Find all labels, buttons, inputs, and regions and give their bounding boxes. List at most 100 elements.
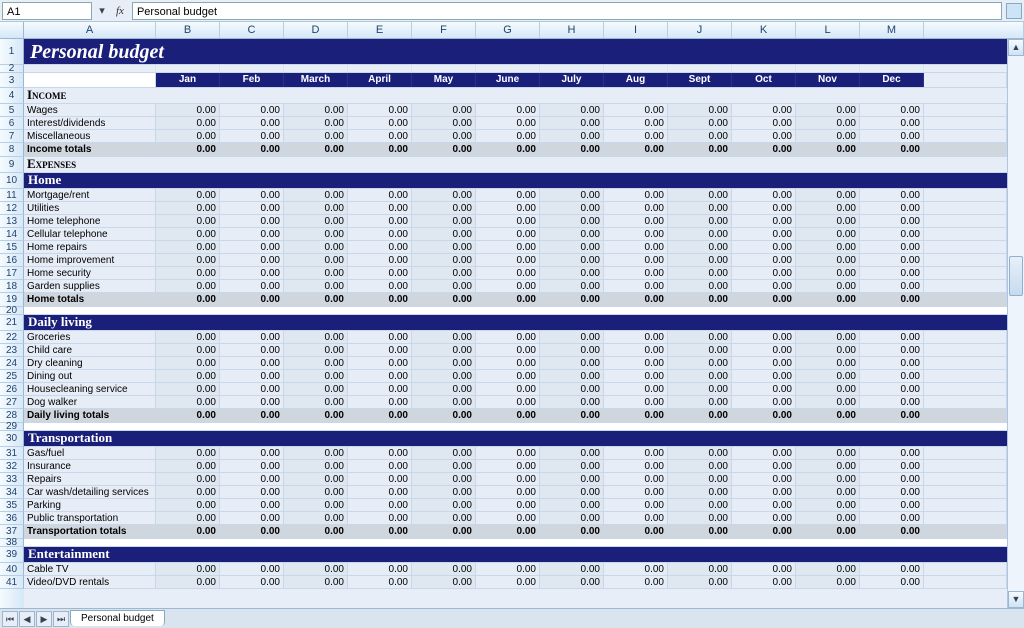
total-Dec[interactable]: 0.00 bbox=[860, 409, 924, 422]
cell[interactable] bbox=[284, 423, 348, 430]
value-Jan[interactable]: 0.00 bbox=[156, 228, 220, 240]
value-April[interactable]: 0.00 bbox=[348, 202, 412, 214]
value-April[interactable]: 0.00 bbox=[348, 215, 412, 227]
value-March[interactable]: 0.00 bbox=[284, 254, 348, 266]
value-March[interactable]: 0.00 bbox=[284, 117, 348, 129]
cell[interactable] bbox=[924, 315, 1007, 330]
cell[interactable] bbox=[924, 473, 1007, 485]
value-Sept[interactable]: 0.00 bbox=[668, 370, 732, 382]
value-Feb[interactable]: 0.00 bbox=[220, 117, 284, 129]
cell[interactable] bbox=[796, 88, 860, 103]
value-July[interactable]: 0.00 bbox=[540, 563, 604, 575]
row-header-41[interactable]: 41 bbox=[0, 576, 24, 589]
value-Nov[interactable]: 0.00 bbox=[796, 130, 860, 142]
cell[interactable] bbox=[860, 157, 924, 172]
cell[interactable] bbox=[156, 157, 220, 172]
value-June[interactable]: 0.00 bbox=[476, 117, 540, 129]
cell[interactable] bbox=[796, 65, 860, 72]
value-Sept[interactable]: 0.00 bbox=[668, 267, 732, 279]
value-April[interactable]: 0.00 bbox=[348, 512, 412, 524]
value-Aug[interactable]: 0.00 bbox=[604, 104, 668, 116]
value-June[interactable]: 0.00 bbox=[476, 499, 540, 511]
row-header-40[interactable]: 40 bbox=[0, 563, 24, 576]
value-Aug[interactable]: 0.00 bbox=[604, 499, 668, 511]
cell[interactable] bbox=[156, 307, 220, 314]
value-Aug[interactable]: 0.00 bbox=[604, 396, 668, 408]
value-Nov[interactable]: 0.00 bbox=[796, 447, 860, 459]
row-header-5[interactable]: 5 bbox=[0, 104, 24, 117]
value-Sept[interactable]: 0.00 bbox=[668, 254, 732, 266]
value-March[interactable]: 0.00 bbox=[284, 576, 348, 588]
cell[interactable] bbox=[604, 423, 668, 430]
value-Jan[interactable]: 0.00 bbox=[156, 130, 220, 142]
value-June[interactable]: 0.00 bbox=[476, 357, 540, 369]
value-July[interactable]: 0.00 bbox=[540, 576, 604, 588]
value-July[interactable]: 0.00 bbox=[540, 396, 604, 408]
select-all-corner[interactable] bbox=[0, 22, 24, 38]
total-Jan[interactable]: 0.00 bbox=[156, 525, 220, 538]
vertical-scrollbar[interactable]: ▲ ▼ bbox=[1007, 39, 1024, 608]
cell[interactable] bbox=[220, 423, 284, 430]
total-April[interactable]: 0.00 bbox=[348, 293, 412, 306]
sheet-tab-active[interactable]: Personal budget bbox=[70, 610, 165, 626]
row-label[interactable]: Child care bbox=[24, 344, 156, 356]
value-June[interactable]: 0.00 bbox=[476, 189, 540, 201]
total-April[interactable]: 0.00 bbox=[348, 143, 412, 156]
value-April[interactable]: 0.00 bbox=[348, 383, 412, 395]
value-Nov[interactable]: 0.00 bbox=[796, 117, 860, 129]
cell[interactable] bbox=[156, 88, 220, 103]
column-header-H[interactable]: H bbox=[540, 22, 604, 38]
value-Oct[interactable]: 0.00 bbox=[732, 241, 796, 253]
value-May[interactable]: 0.00 bbox=[412, 357, 476, 369]
value-July[interactable]: 0.00 bbox=[540, 267, 604, 279]
cell[interactable] bbox=[540, 307, 604, 314]
value-Dec[interactable]: 0.00 bbox=[860, 486, 924, 498]
value-March[interactable]: 0.00 bbox=[284, 357, 348, 369]
cell[interactable] bbox=[348, 88, 412, 103]
value-Dec[interactable]: 0.00 bbox=[860, 357, 924, 369]
value-Jan[interactable]: 0.00 bbox=[156, 370, 220, 382]
row-label[interactable]: Wages bbox=[24, 104, 156, 116]
value-Feb[interactable]: 0.00 bbox=[220, 563, 284, 575]
cell[interactable] bbox=[924, 460, 1007, 472]
total-label[interactable]: Income totals bbox=[24, 143, 156, 156]
value-Aug[interactable]: 0.00 bbox=[604, 228, 668, 240]
value-Feb[interactable]: 0.00 bbox=[220, 189, 284, 201]
cell[interactable] bbox=[604, 539, 668, 546]
cell[interactable] bbox=[156, 315, 220, 330]
value-Jan[interactable]: 0.00 bbox=[156, 331, 220, 343]
tab-nav-first[interactable]: ⏮ bbox=[2, 611, 18, 627]
value-March[interactable]: 0.00 bbox=[284, 499, 348, 511]
total-March[interactable]: 0.00 bbox=[284, 293, 348, 306]
value-Sept[interactable]: 0.00 bbox=[668, 486, 732, 498]
value-June[interactable]: 0.00 bbox=[476, 331, 540, 343]
value-June[interactable]: 0.00 bbox=[476, 460, 540, 472]
column-header-F[interactable]: F bbox=[412, 22, 476, 38]
tab-nav-last[interactable]: ⏭ bbox=[53, 611, 69, 627]
value-Nov[interactable]: 0.00 bbox=[796, 267, 860, 279]
value-May[interactable]: 0.00 bbox=[412, 117, 476, 129]
cell[interactable] bbox=[924, 202, 1007, 214]
cell[interactable] bbox=[924, 117, 1007, 129]
column-header-J[interactable]: J bbox=[668, 22, 732, 38]
row-header-12[interactable]: 12 bbox=[0, 202, 24, 215]
total-July[interactable]: 0.00 bbox=[540, 525, 604, 538]
cell[interactable] bbox=[924, 189, 1007, 201]
row-header-13[interactable]: 13 bbox=[0, 215, 24, 228]
value-Jan[interactable]: 0.00 bbox=[156, 447, 220, 459]
value-Jan[interactable]: 0.00 bbox=[156, 215, 220, 227]
value-May[interactable]: 0.00 bbox=[412, 280, 476, 292]
value-May[interactable]: 0.00 bbox=[412, 331, 476, 343]
value-May[interactable]: 0.00 bbox=[412, 473, 476, 485]
value-Feb[interactable]: 0.00 bbox=[220, 267, 284, 279]
total-June[interactable]: 0.00 bbox=[476, 143, 540, 156]
row-header-1[interactable]: 1 bbox=[0, 39, 24, 65]
value-Nov[interactable]: 0.00 bbox=[796, 189, 860, 201]
value-Feb[interactable]: 0.00 bbox=[220, 228, 284, 240]
value-May[interactable]: 0.00 bbox=[412, 228, 476, 240]
cell[interactable] bbox=[924, 228, 1007, 240]
value-Feb[interactable]: 0.00 bbox=[220, 344, 284, 356]
total-May[interactable]: 0.00 bbox=[412, 409, 476, 422]
value-Nov[interactable]: 0.00 bbox=[796, 254, 860, 266]
cell[interactable] bbox=[540, 431, 604, 446]
